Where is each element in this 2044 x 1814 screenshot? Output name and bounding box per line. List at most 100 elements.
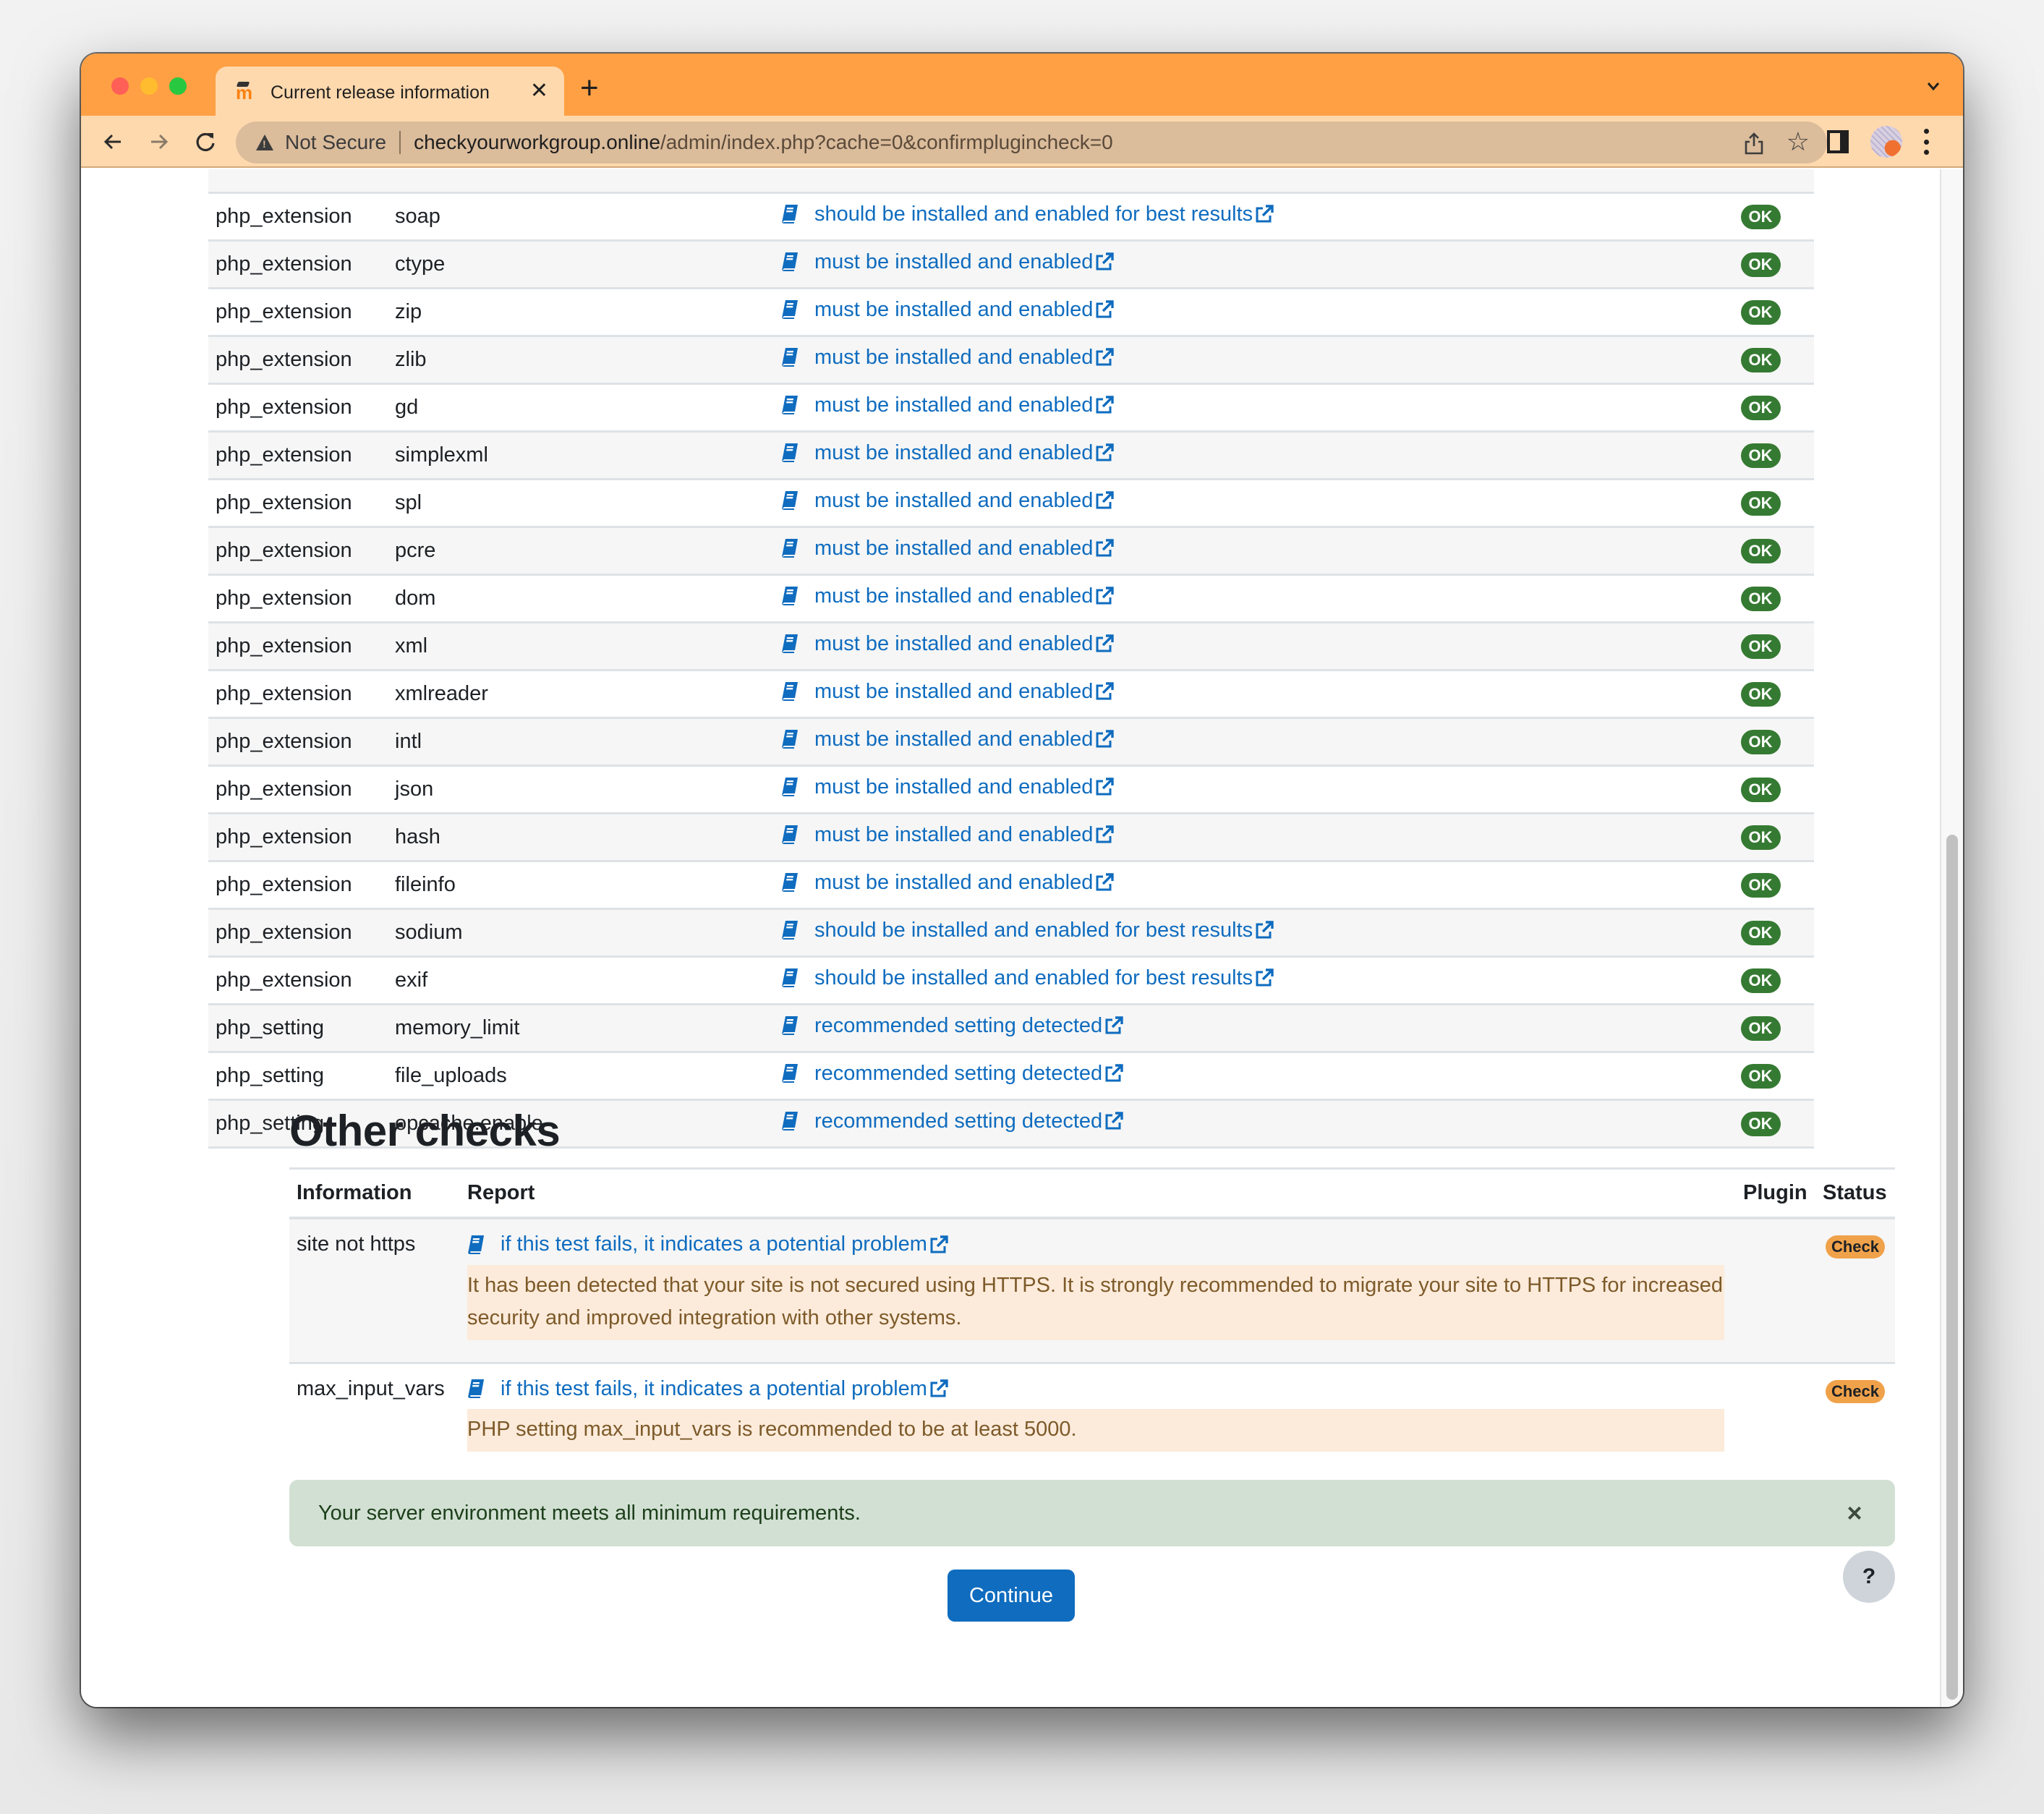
check-report: must be installed and enabled [774, 431, 1707, 479]
report-link-text: must be installed and enabled [814, 631, 1094, 655]
profile-avatar[interactable] [1870, 126, 1902, 158]
forward-arrow-icon[interactable] [143, 126, 175, 158]
status-badge: OK [1740, 777, 1781, 802]
report-link-text: recommended setting detected [814, 1109, 1103, 1133]
check-report: recommended setting detected [774, 1099, 1707, 1147]
minimize-window-button[interactable] [140, 77, 158, 95]
report-link[interactable]: if this test fails, it indicates a poten… [467, 1232, 949, 1256]
reload-icon[interactable] [190, 126, 221, 158]
report-link[interactable]: must be installed and enabled [781, 393, 1115, 417]
check-type: php_extension [216, 538, 352, 562]
report-link[interactable]: must be installed and enabled [781, 823, 1115, 847]
book-icon [781, 1015, 799, 1036]
report-link[interactable]: must be installed and enabled [781, 250, 1115, 274]
report-link-text: should be installed and enabled for best… [814, 202, 1253, 226]
close-icon[interactable]: × [1843, 1500, 1866, 1526]
external-link-icon [1096, 396, 1115, 414]
chevron-down-icon[interactable] [1925, 78, 1941, 94]
check-name: pcre [395, 538, 436, 562]
book-icon [781, 538, 799, 558]
url-host: checkyourworkgroup.online [414, 131, 660, 153]
report-link[interactable]: must be installed and enabled [781, 346, 1115, 370]
report-link[interactable]: must be installed and enabled [781, 728, 1115, 751]
check-name: intl [395, 729, 422, 753]
vertical-scrollbar[interactable] [1940, 169, 1963, 1707]
check-report: must be installed and enabled [774, 479, 1707, 527]
check-report: should be installed and enabled for best… [774, 192, 1707, 240]
report-link[interactable]: must be installed and enabled [781, 298, 1115, 322]
separator [399, 131, 401, 154]
share-icon[interactable] [1743, 132, 1765, 155]
report-link[interactable]: if this test fails, it indicates a poten… [467, 1377, 949, 1401]
warning-triangle-icon[interactable] [256, 135, 273, 150]
plus-icon[interactable]: + [580, 72, 599, 104]
table-row: php_extension exif should be installed and… [208, 956, 1814, 1004]
bookmark-star-icon[interactable]: ☆ [1787, 129, 1810, 155]
close-window-button[interactable] [111, 77, 129, 95]
external-link-icon [1096, 825, 1115, 843]
check-report: must be installed and enabled [774, 717, 1707, 765]
status-badge: Check [1825, 1235, 1886, 1259]
book-icon [467, 1379, 485, 1399]
tab-title: Current release information [271, 82, 490, 103]
check-type: php_setting [216, 1015, 324, 1039]
check-type: php_extension [216, 299, 352, 323]
report-link[interactable]: recommended setting detected [781, 1014, 1124, 1038]
report-link[interactable]: should be installed and enabled for best… [781, 966, 1274, 990]
external-link-icon [1105, 1112, 1123, 1130]
check-type: php_setting [216, 1063, 324, 1087]
status-badge: OK [1740, 634, 1781, 659]
browser-window: m Current release information ✕ + Not Se… [81, 54, 1963, 1707]
continue-button[interactable]: Continue [948, 1570, 1075, 1622]
check-type: php_extension [216, 968, 352, 992]
book-icon [781, 777, 799, 797]
browser-tab-active[interactable]: m Current release information ✕ [216, 67, 564, 119]
report-link[interactable]: must be installed and enabled [781, 537, 1115, 561]
table-row: php_extension dom must be installed and en… [208, 574, 1814, 622]
column-header-status: Status [1815, 1167, 1895, 1219]
report-link[interactable]: must be installed and enabled [781, 489, 1115, 513]
other-checks-table: Information Report Plugin Status site no… [289, 1167, 1895, 1473]
report-link-text: must be installed and enabled [814, 775, 1094, 799]
close-icon[interactable]: ✕ [530, 80, 548, 103]
report-link[interactable]: must be installed and enabled [781, 584, 1115, 608]
check-report: must be installed and enabled [774, 813, 1707, 861]
external-link-icon [1256, 968, 1274, 987]
report-link-text: if this test fails, it indicates a poten… [501, 1232, 927, 1256]
book-icon [781, 681, 799, 702]
external-link-icon [1256, 205, 1274, 223]
report-link[interactable]: should be installed and enabled for best… [781, 203, 1274, 226]
maximize-window-button[interactable] [169, 77, 187, 95]
report-link[interactable]: must be installed and enabled [781, 871, 1115, 895]
side-panel-icon[interactable] [1827, 130, 1849, 153]
check-plugin [1736, 1363, 1815, 1473]
more-menu-icon[interactable] [1922, 129, 1930, 155]
external-link-icon [1096, 634, 1115, 652]
report-link[interactable]: must be installed and enabled [781, 632, 1115, 656]
report-link[interactable]: recommended setting detected [781, 1062, 1124, 1086]
scrollbar-thumb[interactable] [1946, 835, 1958, 1700]
check-name: soap [395, 204, 440, 228]
report-link[interactable]: must be installed and enabled [781, 441, 1115, 465]
report-link-text: must be installed and enabled [814, 727, 1094, 751]
security-status[interactable]: Not Secure [285, 131, 386, 154]
check-type: php_extension [216, 920, 352, 944]
report-link-text: must be installed and enabled [814, 297, 1094, 321]
check-report: must be installed and enabled [774, 383, 1707, 431]
check-name: file_uploads [395, 1063, 507, 1087]
report-link[interactable]: must be installed and enabled [781, 775, 1115, 799]
external-link-icon [1096, 252, 1115, 271]
check-information: max_input_vars [297, 1376, 445, 1400]
back-arrow-icon[interactable] [97, 126, 129, 158]
book-icon [781, 634, 799, 654]
report-link[interactable]: recommended setting detected [781, 1110, 1124, 1133]
check-name: exif [395, 968, 428, 992]
help-button[interactable]: ? [1843, 1551, 1895, 1603]
status-badge: OK [1740, 825, 1781, 850]
check-type: php_extension [216, 825, 352, 848]
report-link[interactable]: must be installed and enabled [781, 680, 1115, 704]
address-bar[interactable]: Not Secure checkyourworkgroup.online/adm… [236, 122, 1827, 163]
check-report: must be installed and enabled [774, 622, 1707, 670]
external-link-icon [1096, 730, 1115, 748]
report-link[interactable]: should be installed and enabled for best… [781, 919, 1274, 942]
